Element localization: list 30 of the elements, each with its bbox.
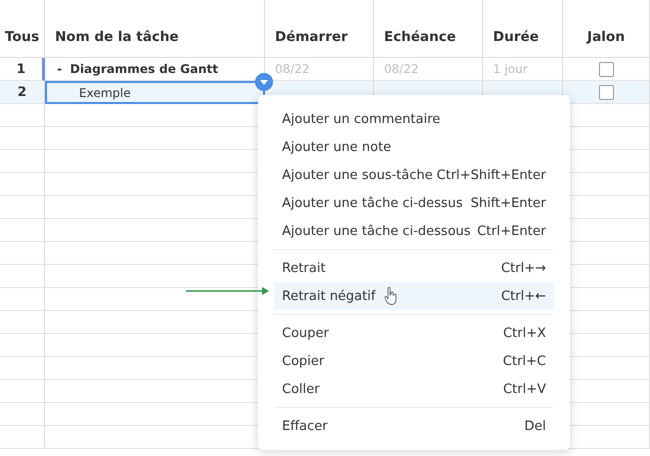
shortcut-label: Ctrl+C: [502, 354, 546, 368]
menu-item[interactable]: Ajouter une note: [274, 133, 554, 161]
milestone-checkbox[interactable]: [598, 84, 614, 100]
shortcut-label: Ctrl+X: [503, 326, 546, 340]
shortcut-label: Ctrl+→: [501, 260, 546, 276]
shortcut-label: Ctrl+Enter: [477, 224, 546, 238]
menu-item[interactable]: Ajouter un commentaire: [274, 105, 554, 133]
menu-item[interactable]: Retrait Ctrl+→: [274, 254, 554, 282]
shortcut-label: Ctrl+Shift+Enter: [436, 168, 546, 182]
collapse-toggle[interactable]: -: [57, 62, 62, 76]
dropdown-icon[interactable]: [255, 73, 273, 91]
table-cell: [0, 426, 45, 449]
shortcut-label: Ctrl+←: [501, 288, 546, 304]
menu-item[interactable]: Ajouter une tâche ci-dessus Shift+Enter: [274, 189, 554, 217]
menu-item[interactable]: Ajouter une tâche ci-dessous Ctrl+Enter: [274, 217, 554, 245]
menu-item[interactable]: Ajouter une sous-tâche Ctrl+Shift+Enter: [274, 161, 554, 189]
task-name: Exemple: [79, 86, 131, 100]
menu-item[interactable]: Effacer Del: [274, 412, 554, 440]
task-name: Diagrammes de Gantt: [70, 62, 218, 76]
menu-item[interactable]: Couper Ctrl+X: [274, 319, 554, 347]
shortcut-label: Del: [524, 418, 546, 434]
pointer-arrow-icon: [186, 286, 270, 296]
shortcut-label: Shift+Enter: [470, 196, 546, 210]
hand-cursor-icon: [384, 287, 398, 305]
menu-item[interactable]: Coller Ctrl+V: [274, 375, 554, 403]
milestone-checkbox[interactable]: [598, 62, 614, 76]
shortcut-label: Ctrl+V: [503, 382, 546, 396]
menu-item[interactable]: Retrait négatif Ctrl+←: [274, 282, 554, 310]
table-row[interactable]: 1 - Diagrammes de Gantt 08/22 08/22 1 jour: [0, 58, 650, 81]
menu-item[interactable]: Copier Ctrl+C: [274, 347, 554, 375]
